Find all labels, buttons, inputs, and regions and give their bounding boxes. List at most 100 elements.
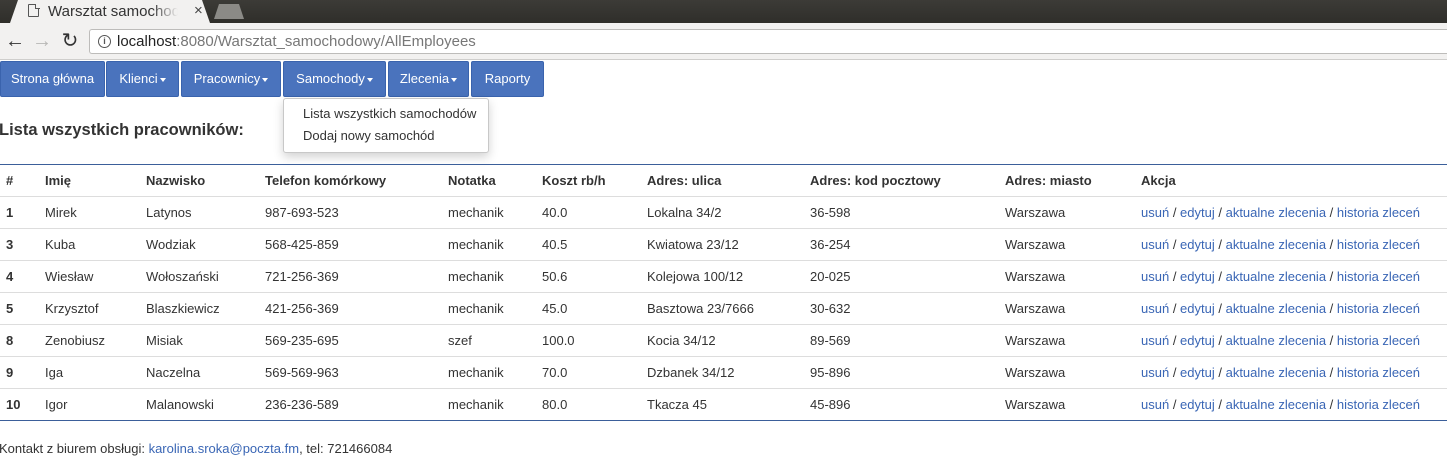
cell-street: Basztowa 23/7666 [647,292,810,325]
cell-street: Lokalna 34/2 [647,196,810,229]
info-icon[interactable]: i [98,35,111,48]
column-header-last-name: Nazwisko [146,164,265,197]
nav-clients[interactable]: Klienci [106,61,179,97]
column-header-phone: Telefon komórkowy [265,164,448,197]
cell-id: 10 [0,388,45,421]
column-header-postal-code: Adres: kod pocztowy [810,164,1005,197]
order-history-link[interactable]: historia zleceń [1337,237,1420,252]
nav-reports-label: Raporty [484,71,531,86]
order-history-link[interactable]: historia zleceń [1337,205,1420,220]
delete-link[interactable]: usuń [1141,365,1169,380]
current-orders-link[interactable]: aktualne zlecenia [1226,205,1326,220]
table-header-row: # Imię Nazwisko Telefon komórkowy Notatk… [0,164,1447,197]
current-orders-link[interactable]: aktualne zlecenia [1226,301,1326,316]
nav-cars[interactable]: Samochody [283,61,386,97]
cell-last-name: Wołoszański [146,260,265,293]
edit-link[interactable]: edytuj [1180,333,1215,348]
cell-city: Warszawa [1005,260,1141,293]
cell-note: mechanik [448,228,542,261]
cell-city: Warszawa [1005,356,1141,389]
cell-first-name: Iga [45,356,146,389]
cell-actions: usuń / edytuj / aktualne zlecenia / hist… [1141,196,1447,229]
edit-link[interactable]: edytuj [1180,205,1215,220]
current-orders-link[interactable]: aktualne zlecenia [1226,365,1326,380]
order-history-link[interactable]: historia zleceń [1337,397,1420,412]
delete-link[interactable]: usuń [1141,397,1169,412]
cell-actions: usuń / edytuj / aktualne zlecenia / hist… [1141,388,1447,421]
column-header-action: Akcja [1141,164,1447,197]
column-header-note: Notatka [448,164,542,197]
nav-home[interactable]: Strona główna [0,61,105,97]
nav-reports[interactable]: Raporty [471,61,544,97]
browser-tab[interactable]: Warsztat samochodowy × [10,0,210,23]
cell-city: Warszawa [1005,292,1141,325]
action-separator: / [1214,205,1226,220]
cell-street: Dzbanek 34/12 [647,356,810,389]
action-separator: / [1169,205,1181,220]
table-row: 1 Mirek Latynos 987-693-523 mechanik 40.0 Loka… [0,196,1447,229]
action-separator: / [1169,269,1181,284]
cell-last-name: Wodziak [146,228,265,261]
cell-street: Kwiatowa 23/12 [647,228,810,261]
column-header-first-name: Imię [45,164,146,197]
cell-id: 8 [0,324,45,357]
delete-link[interactable]: usuń [1141,237,1169,252]
nav-orders-label: Zlecenia [399,71,450,86]
nav-home-label: Strona główna [10,71,95,86]
edit-link[interactable]: edytuj [1180,397,1215,412]
browser-tab-strip: Warsztat samochodowy × [0,0,1447,23]
current-orders-link[interactable]: aktualne zlecenia [1226,397,1326,412]
current-orders-link[interactable]: aktualne zlecenia [1226,333,1326,348]
cell-hourly-cost: 50.6 [542,260,647,293]
new-tab-button[interactable] [214,4,244,19]
table-row: 5 Krzysztof Blaszkiewicz 421-256-369 mechani… [0,292,1447,325]
delete-link[interactable]: usuń [1141,333,1169,348]
order-history-link[interactable]: historia zleceń [1337,269,1420,284]
caret-down-icon [262,77,269,82]
dropdown-item-add-car[interactable]: Dodaj nowy samochód [303,128,435,143]
edit-link[interactable]: edytuj [1180,269,1215,284]
cell-phone: 568-425-859 [265,228,448,261]
nav-employees[interactable]: Pracownicy [181,61,281,97]
url-text: localhost:8080/Warsztat_samochodowy/AllE… [117,33,476,50]
url-path: :8080/Warsztat_samochodowy/AllEmployees [176,33,476,50]
address-bar[interactable]: i localhost:8080/Warsztat_samochodowy/Al… [89,29,1447,54]
cell-note: mechanik [448,196,542,229]
reload-icon[interactable]: ↻ [58,29,82,53]
order-history-link[interactable]: historia zleceń [1337,365,1420,380]
current-orders-link[interactable]: aktualne zlecenia [1226,269,1326,284]
dropdown-item-all-cars[interactable]: Lista wszystkich samochodów [303,106,476,121]
delete-link[interactable]: usuń [1141,269,1169,284]
forward-arrow-icon[interactable]: → [30,29,54,53]
table-row: 3 Kuba Wodziak 568-425-859 mechanik 40.5 Kwiat… [0,228,1447,261]
cell-postal-code: 20-025 [810,260,1005,293]
delete-link[interactable]: usuń [1141,301,1169,316]
cell-street: Kolejowa 100/12 [647,260,810,293]
edit-link[interactable]: edytuj [1180,365,1215,380]
cell-id: 1 [0,196,45,229]
delete-link[interactable]: usuń [1141,205,1169,220]
cell-first-name: Krzysztof [45,292,146,325]
edit-link[interactable]: edytuj [1180,301,1215,316]
cell-postal-code: 89-569 [810,324,1005,357]
cell-street: Kocia 34/12 [647,324,810,357]
close-tab-icon[interactable]: × [194,2,203,19]
nav-orders[interactable]: Zlecenia [388,61,469,97]
order-history-link[interactable]: historia zleceń [1337,301,1420,316]
table-body: 1 Mirek Latynos 987-693-523 mechanik 40.0 Loka… [0,196,1447,421]
page-content: Strona główna Klienci Pracownicy Samocho… [0,60,1447,469]
table-row: 10 Igor Malanowski 236-236-589 mechanik 80.0 T… [0,388,1447,421]
cell-postal-code: 36-254 [810,228,1005,261]
cell-note: mechanik [448,292,542,325]
back-arrow-icon[interactable]: ← [3,29,27,53]
cell-street: Tkacza 45 [647,388,810,421]
contact-email-link[interactable]: karolina.sroka@poczta.fm [149,441,299,456]
cell-hourly-cost: 70.0 [542,356,647,389]
cell-last-name: Naczelna [146,356,265,389]
cell-hourly-cost: 40.0 [542,196,647,229]
current-orders-link[interactable]: aktualne zlecenia [1226,237,1326,252]
edit-link[interactable]: edytuj [1180,237,1215,252]
action-separator: / [1214,365,1226,380]
order-history-link[interactable]: historia zleceń [1337,333,1420,348]
page-icon [28,3,40,17]
